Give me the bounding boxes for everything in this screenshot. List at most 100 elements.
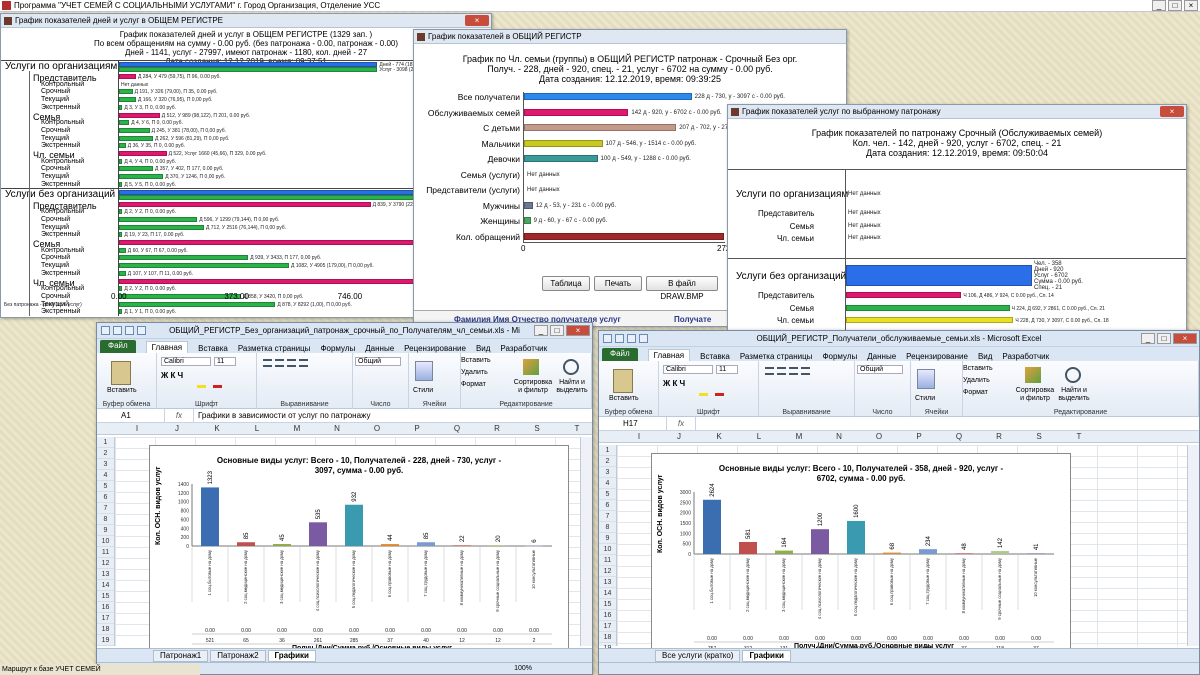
- row-header[interactable]: 6: [599, 500, 616, 511]
- row-header[interactable]: 2: [97, 448, 114, 459]
- align-left-icon[interactable]: [263, 359, 272, 367]
- column-header[interactable]: O: [859, 432, 899, 441]
- bar[interactable]: [524, 124, 677, 131]
- align-center-icon[interactable]: [275, 359, 284, 367]
- paste-button[interactable]: Вставить: [107, 387, 137, 394]
- bar[interactable]: [524, 232, 724, 240]
- row-header[interactable]: 14: [97, 580, 114, 591]
- insert-cells-button[interactable]: Вставить: [963, 365, 993, 372]
- tab-1[interactable]: Главная: [145, 341, 189, 353]
- row-header[interactable]: 2: [599, 456, 616, 467]
- row-header[interactable]: 7: [97, 503, 114, 514]
- bar[interactable]: [524, 93, 692, 100]
- name-box[interactable]: A1: [97, 408, 165, 423]
- row-header[interactable]: 14: [599, 588, 616, 599]
- row-label[interactable]: Экстренный: [41, 270, 80, 277]
- bar[interactable]: [119, 263, 289, 269]
- tab-0[interactable]: Файл: [100, 340, 136, 353]
- bar[interactable]: [524, 108, 629, 116]
- row-header[interactable]: 6: [97, 492, 114, 503]
- sheet-tab[interactable]: Графики: [267, 649, 316, 662]
- row-header[interactable]: 3: [97, 459, 114, 470]
- column-header[interactable]: T: [1059, 432, 1099, 441]
- row-label[interactable]: Представитель: [758, 291, 814, 300]
- row-header[interactable]: 15: [97, 591, 114, 602]
- tab-4[interactable]: Формулы: [822, 352, 857, 361]
- row-label[interactable]: Текущий: [41, 224, 69, 231]
- bar[interactable]: [119, 240, 415, 245]
- font-size-select[interactable]: 11: [716, 365, 738, 374]
- sheet-tab[interactable]: Все услуги (кратко): [655, 649, 741, 662]
- wrap-icon[interactable]: [299, 359, 308, 367]
- sheet-tab[interactable]: Патронаж2: [210, 649, 266, 662]
- format-cells-button[interactable]: Формат: [461, 381, 486, 388]
- format-cells-button[interactable]: Формат: [963, 389, 988, 396]
- find-select-button[interactable]: Найти и выделить: [1057, 387, 1091, 403]
- bar[interactable]: [119, 224, 204, 230]
- row-label[interactable]: Текущий: [41, 96, 69, 103]
- bar[interactable]: [119, 151, 167, 156]
- column-header[interactable]: K: [197, 424, 237, 433]
- paste-icon[interactable]: [613, 369, 633, 393]
- row-label[interactable]: Текущий: [41, 173, 69, 180]
- font-size-select[interactable]: 11: [214, 357, 236, 366]
- section-label[interactable]: Услуги без организаций: [736, 271, 846, 282]
- font-format-buttons[interactable]: Ж К Ч: [663, 379, 685, 388]
- sort-icon[interactable]: [523, 359, 539, 375]
- delete-cells-button[interactable]: Удалить: [963, 377, 990, 384]
- tab-7[interactable]: Вид: [978, 352, 992, 361]
- tab-3[interactable]: Разметка страницы: [238, 344, 311, 353]
- row-header[interactable]: 9: [599, 533, 616, 544]
- formula-input[interactable]: Графики в зависимости от услуг по патрон…: [193, 408, 592, 423]
- paste-icon[interactable]: [111, 361, 131, 385]
- sort-filter-button[interactable]: Сортировка и фильтр: [1013, 387, 1057, 403]
- column-header[interactable]: P: [397, 424, 437, 433]
- column-header[interactable]: I: [117, 424, 157, 433]
- font-color-icon[interactable]: [715, 393, 724, 396]
- row-label[interactable]: Контрольный: [41, 158, 84, 165]
- row-header[interactable]: 12: [97, 558, 114, 569]
- styles-button[interactable]: Стили: [915, 395, 935, 402]
- row-header[interactable]: 19: [97, 635, 114, 646]
- tab-5[interactable]: Данные: [365, 344, 394, 353]
- bar[interactable]: [119, 112, 160, 118]
- column-header[interactable]: O: [357, 424, 397, 433]
- styles-icon[interactable]: [415, 361, 433, 381]
- window-titlebar[interactable]: График показателей услуг по выбранному п…: [728, 105, 1186, 119]
- column-header[interactable]: N: [317, 424, 357, 433]
- bar[interactable]: [119, 286, 123, 292]
- tab-2[interactable]: Вставка: [198, 344, 228, 353]
- bar[interactable]: [119, 120, 130, 126]
- row-header[interactable]: 10: [599, 544, 616, 555]
- bar[interactable]: [119, 174, 164, 180]
- row-label[interactable]: Срочный: [41, 293, 70, 300]
- tab-2[interactable]: Вставка: [700, 352, 730, 361]
- row-header[interactable]: 4: [97, 470, 114, 481]
- close-button[interactable]: ×: [1184, 0, 1198, 11]
- minimize-button[interactable]: _: [1141, 333, 1155, 344]
- close-button[interactable]: ×: [1173, 333, 1197, 344]
- row-label[interactable]: Семья (услуги): [414, 170, 520, 180]
- column-header[interactable]: T: [557, 424, 592, 433]
- row-label[interactable]: Семья: [758, 222, 814, 231]
- row-label[interactable]: Контрольный: [41, 247, 84, 254]
- bar[interactable]: [119, 194, 453, 200]
- sort-icon[interactable]: [1025, 367, 1041, 383]
- tab-4[interactable]: Формулы: [320, 344, 355, 353]
- excel-titlebar[interactable]: ОБЩИЙ_РЕГИСТР_Получатели_обслуживаемые_с…: [599, 331, 1199, 347]
- row-header[interactable]: 12: [599, 566, 616, 577]
- row-label[interactable]: Контрольный: [41, 81, 84, 88]
- action-button[interactable]: Печать: [594, 276, 642, 291]
- row-header[interactable]: 5: [97, 481, 114, 492]
- column-header[interactable]: I: [619, 432, 659, 441]
- row-label[interactable]: Экстренный: [41, 142, 80, 149]
- font-name-select[interactable]: Calibri: [161, 357, 211, 366]
- row-label[interactable]: Срочный: [41, 216, 70, 223]
- row-label[interactable]: Экстренный: [41, 231, 80, 238]
- sort-filter-button[interactable]: Сортировка и фильтр: [511, 379, 555, 395]
- row-label[interactable]: Услуги без организаций: [5, 189, 115, 200]
- tab-8[interactable]: Разработчик: [500, 344, 547, 353]
- styles-icon[interactable]: [917, 369, 935, 389]
- align-right-icon[interactable]: [287, 359, 296, 367]
- row-header[interactable]: 15: [599, 599, 616, 610]
